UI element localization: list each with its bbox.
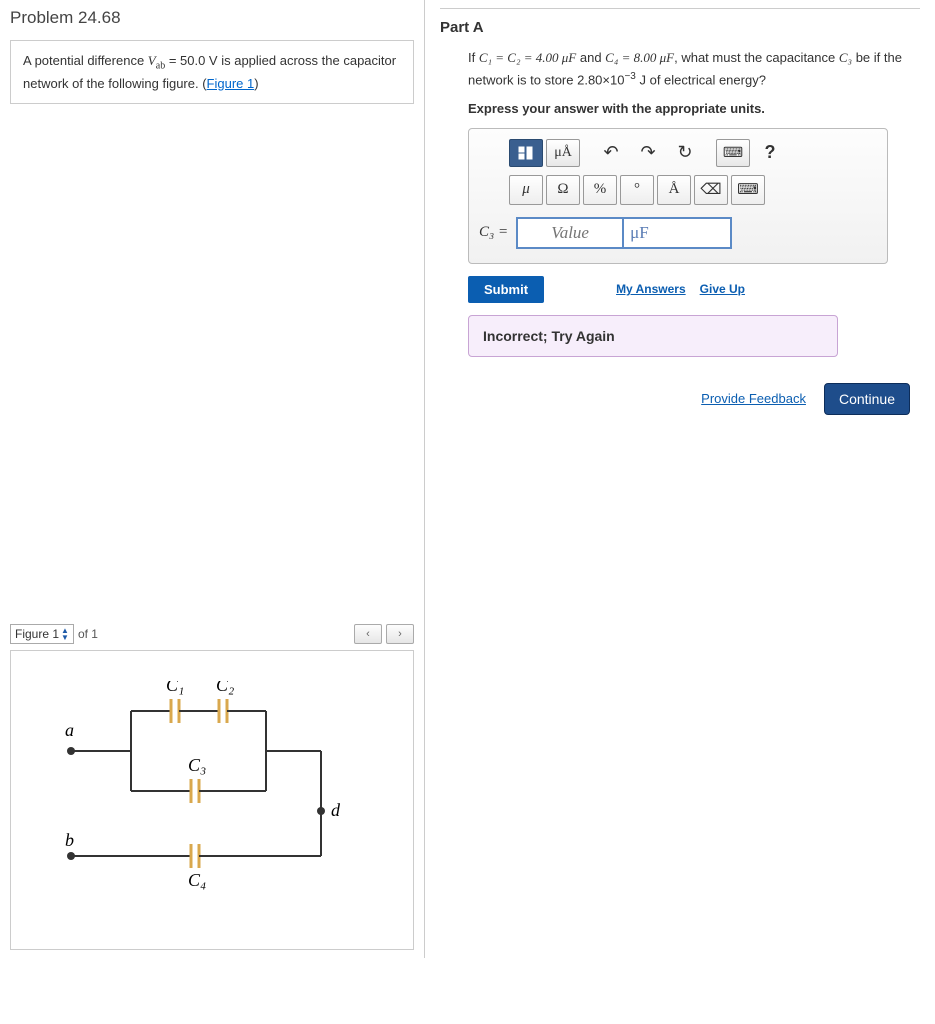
provide-feedback-link[interactable]: Provide Feedback [701, 391, 806, 406]
template-icon [517, 145, 535, 161]
figure-next-button[interactable]: › [386, 624, 414, 644]
reset-button[interactable]: ↻ [668, 139, 702, 167]
desc-post: ) [254, 76, 258, 91]
figure-of: of 1 [78, 627, 98, 641]
part-title: Part A [440, 19, 920, 36]
figure-image: a C₁ C₂ [10, 650, 414, 950]
degree-button[interactable]: ° [620, 175, 654, 205]
feedback-box: Incorrect; Try Again [468, 315, 838, 357]
backspace-button[interactable]: ⌫ [694, 175, 728, 205]
percent-button[interactable]: % [583, 175, 617, 205]
svg-text:C₃: C₃ [188, 755, 206, 775]
q1: C₁ = C₂ = 4.00 μF [479, 50, 576, 65]
q-pre: If [468, 50, 479, 65]
q3: C₃ [839, 50, 852, 65]
c3-label: C₃ = [479, 224, 508, 241]
stepper-icon: ▲▼ [61, 627, 69, 641]
my-answers-link[interactable]: My Answers [616, 282, 686, 296]
answer-box: μÅ ↶ ↷ ↻ ⌨ ? μ Ω % ° Å ⌫ ⌨ C₃ = [468, 128, 888, 264]
var-vsub: ab [156, 61, 165, 72]
svg-text:C₁: C₁ [166, 681, 184, 695]
q-mid: , what must the capacitance [674, 50, 839, 65]
help-button[interactable]: ? [753, 139, 787, 167]
desc-pre: A potential difference [23, 53, 148, 68]
submit-button[interactable]: Submit [468, 276, 544, 303]
keyboard2-button[interactable]: ⌨ [731, 175, 765, 205]
mu-button[interactable]: μ [509, 175, 543, 205]
undo-button[interactable]: ↶ [594, 139, 628, 167]
figure-prev-button[interactable]: ‹ [354, 624, 382, 644]
keyboard-button[interactable]: ⌨ [716, 139, 750, 167]
question-text: If C₁ = C₂ = 4.00 μF and C₄ = 8.00 μF, w… [468, 48, 920, 91]
redo-button[interactable]: ↷ [631, 139, 665, 167]
unit-input[interactable]: μF [624, 217, 732, 249]
figure-label: Figure 1 [15, 627, 59, 641]
units-button[interactable]: μÅ [546, 139, 580, 167]
q-post2: J of electrical energy? [636, 72, 766, 87]
give-up-link[interactable]: Give Up [700, 282, 745, 296]
angstrom-button[interactable]: Å [657, 175, 691, 205]
omega-button[interactable]: Ω [546, 175, 580, 205]
problem-description: A potential difference Vab = 50.0 V is a… [10, 40, 414, 104]
var-v: V [148, 53, 156, 68]
svg-text:a: a [65, 720, 74, 740]
svg-text:C₄: C₄ [188, 870, 206, 890]
figure-link[interactable]: Figure 1 [207, 76, 255, 91]
q-exp: −3 [624, 71, 635, 82]
problem-title: Problem 24.68 [10, 8, 414, 28]
instruction: Express your answer with the appropriate… [468, 101, 920, 116]
svg-text:d: d [331, 800, 341, 820]
svg-text:b: b [65, 830, 74, 850]
continue-button[interactable]: Continue [824, 383, 910, 415]
circuit-diagram: a C₁ C₂ [51, 681, 371, 921]
svg-text:C₂: C₂ [216, 681, 234, 695]
q-and: and [576, 50, 605, 65]
figure-selector[interactable]: Figure 1 ▲▼ [10, 624, 74, 644]
q2: C₄ = 8.00 μF [605, 50, 674, 65]
template-button[interactable] [509, 139, 543, 167]
value-input[interactable] [516, 217, 624, 249]
